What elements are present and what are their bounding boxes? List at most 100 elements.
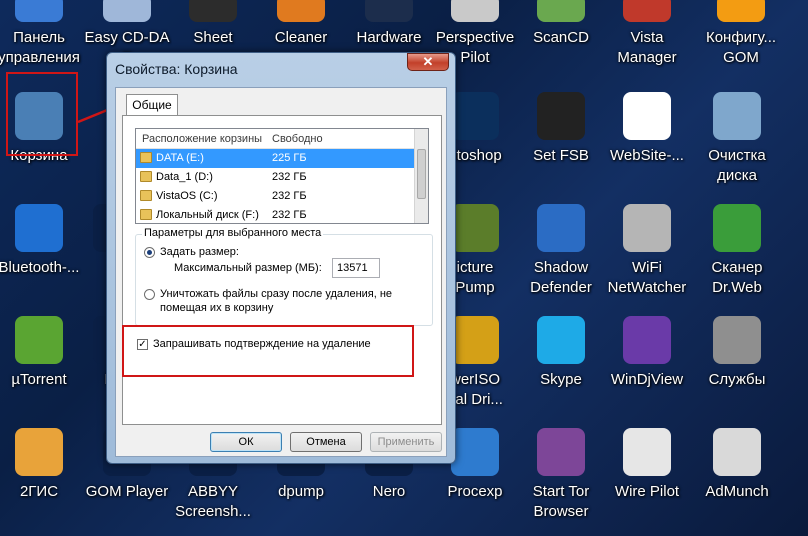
perspective-icon [451, 0, 499, 22]
list-row-2[interactable]: VistaOS (C:) 232 ГБ [136, 187, 414, 206]
desktop-icon-label: Sheet [193, 29, 233, 46]
tor-icon [537, 428, 585, 476]
sheet-icon [189, 0, 237, 22]
list-scrollbar[interactable] [414, 129, 428, 223]
bluetooth-icon [15, 204, 63, 252]
desktop-icon-label: Shadow [533, 259, 589, 276]
desktop-icon-label: Wire Pilot [614, 483, 680, 500]
desktop-icon-setfsb[interactable]: Set FSB [516, 92, 606, 166]
drive-free: 232 ГБ [272, 171, 307, 183]
desktop-icon-label: Nero [372, 483, 406, 500]
drive-name: Локальный диск (F:) [156, 209, 259, 221]
radio-custom-size[interactable] [144, 247, 155, 258]
desktop-icon-label: ScanCD [533, 29, 589, 46]
desktop-icon-label: Сканер [711, 259, 763, 276]
shadow-icon [537, 204, 585, 252]
column-free[interactable]: Свободно [272, 133, 323, 145]
desktop-icon-label: Perspective [435, 29, 515, 46]
drive-name: VistaOS (C:) [156, 190, 218, 202]
list-row-1[interactable]: Data_1 (D:) 232 ГБ [136, 168, 414, 187]
desktop-icon-label: Skype [540, 371, 582, 388]
desktop-icon-label: Очистка [708, 147, 766, 164]
desktop-icon-windjview[interactable]: WinDjView [602, 316, 692, 390]
website-icon [623, 92, 671, 140]
desktop-icon-label: Easy CD-DA [84, 29, 170, 46]
radio-delete-immediately[interactable] [144, 289, 155, 300]
desktop-icon-drweb[interactable]: Сканер Dr.Web [692, 204, 782, 298]
desktop-icon-label: 2ГИС [19, 483, 59, 500]
desktop-icon-skype[interactable]: Skype [516, 316, 606, 390]
max-size-input[interactable]: 13571 [332, 258, 380, 278]
desktop-icon-label: Vista [630, 29, 664, 46]
desktop-icon-label: ABBYY [187, 483, 239, 500]
2gis-icon [15, 428, 63, 476]
tab-general[interactable]: Общие [126, 94, 178, 116]
desktop-icon-label: диска [717, 167, 757, 184]
desktop-icon-vista[interactable]: Vista Manager [602, 0, 692, 68]
wifi-icon [623, 204, 671, 252]
ochistka-icon [713, 92, 761, 140]
wirepilot-icon [623, 428, 671, 476]
desktop-icon-label: Dr.Web [712, 279, 762, 296]
ok-button[interactable]: ОК [210, 432, 282, 452]
desktop-icon-wifi[interactable]: WiFi NetWatcher [602, 204, 692, 298]
recycle-bin-properties-dialog: Свойства: Корзина ✕ Общие Расположение к… [106, 52, 456, 464]
radio-delete-label-line1: Уничтожать файлы сразу после удаления, н… [160, 288, 393, 300]
desktop-icon-wirepilot[interactable]: Wire Pilot [602, 428, 692, 502]
recycle-locations-list[interactable]: Расположение корзины Свободно DATA (E:) 2… [135, 128, 429, 224]
panel-icon [15, 0, 63, 22]
desktop-icon-label: Cleaner [274, 29, 328, 46]
vista-icon [623, 0, 671, 22]
admunch-icon [713, 428, 761, 476]
procexp-icon [451, 428, 499, 476]
drive-free: 225 ГБ [272, 152, 307, 164]
desktop-icon-label: NetWatcher [607, 279, 687, 296]
desktop-icon-label: WebSite-... [610, 147, 684, 164]
close-button[interactable]: ✕ [407, 53, 449, 71]
desktop-icon-tor[interactable]: Start Tor Browser [516, 428, 606, 522]
desktop-icon-shadow[interactable]: Shadow Defender [516, 204, 606, 298]
scrollbar-thumb[interactable] [417, 149, 426, 199]
column-location[interactable]: Расположение корзины [142, 133, 262, 145]
desktop-icon-label: Конфигу... [705, 29, 777, 46]
desktop: ПанельуправленияEasy CD-DAESheetCleanerH… [0, 0, 808, 536]
utorrent-icon [15, 316, 63, 364]
folder-icon [140, 209, 152, 220]
desktop-icon-admunch[interactable]: AdMunch [692, 428, 782, 502]
desktop-icon-cleaner[interactable]: Cleaner [256, 0, 346, 48]
desktop-icon-label: GOM Player [85, 483, 169, 500]
desktop-icon-hardware[interactable]: Hardware [344, 0, 434, 48]
desktop-icon-label: Службы [708, 371, 766, 388]
desktop-icon-label: Start Tor [532, 483, 590, 500]
desktop-icon-konfig[interactable]: Конфигу... GOM [696, 0, 786, 68]
tab-panel-general: Расположение корзины Свободно DATA (E:) 2… [122, 115, 442, 425]
drive-name: Data_1 (D:) [156, 171, 213, 183]
list-row-0[interactable]: DATA (E:) 225 ГБ [136, 149, 414, 168]
dialog-body: Общие Расположение корзины Свободно DATA… [115, 87, 447, 457]
max-size-label: Максимальный размер (МБ): [174, 262, 322, 274]
konfig-icon [717, 0, 765, 22]
hardware-icon [365, 0, 413, 22]
desktop-icon-panel[interactable]: Панель управления [0, 0, 84, 68]
recycle-bin-highlight [6, 72, 78, 156]
list-header: Расположение корзины Свободно [136, 129, 428, 149]
desktop-icon-2gis[interactable]: 2ГИС [0, 428, 84, 502]
list-row-3[interactable]: Локальный диск (F:) 232 ГБ [136, 206, 414, 223]
drive-free: 232 ГБ [272, 190, 307, 202]
radio-custom-size-label: Задать размер: [160, 246, 239, 258]
cancel-button[interactable]: Отмена [290, 432, 362, 452]
desktop-icon-ochistka[interactable]: Очистка диска [692, 92, 782, 186]
desktop-icon-sheet[interactable]: Sheet [168, 0, 258, 48]
desktop-icon-scancd[interactable]: ScanCD [516, 0, 606, 48]
desktop-icon-label: Procexp [447, 483, 503, 500]
picture-icon [451, 204, 499, 252]
windjview-icon [623, 316, 671, 364]
desktop-icon-website[interactable]: WebSite-... [602, 92, 692, 166]
desktop-icon-label: Set FSB [533, 147, 589, 164]
desktop-icon-label: WinDjView [610, 371, 684, 388]
settings-group: Параметры для выбранного места Задать ра… [135, 227, 433, 326]
apply-button[interactable]: Применить [370, 432, 442, 452]
desktop-icon-label: dpump [278, 483, 324, 500]
folder-icon [140, 171, 152, 182]
desktop-icon-sluzhby[interactable]: Службы [692, 316, 782, 390]
